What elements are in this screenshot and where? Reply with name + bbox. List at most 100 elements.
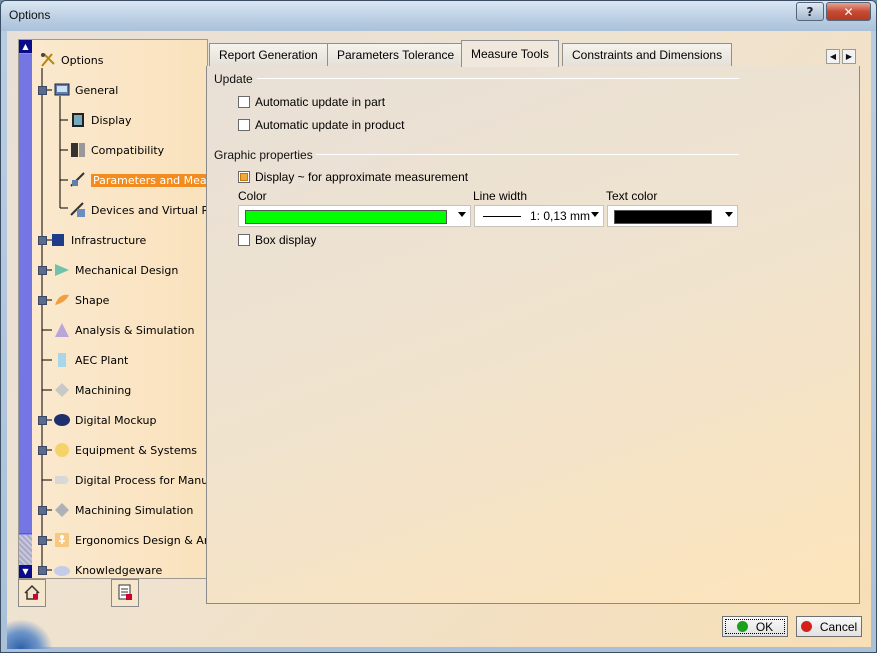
tree-item-label: Knowledgeware (75, 563, 163, 577)
expand-machining-simulation-icon[interactable] (38, 506, 47, 515)
tree-item-display[interactable]: Display (69, 111, 207, 129)
line-width-label: Line width (473, 189, 528, 203)
export-settings-button[interactable] (111, 579, 139, 607)
tree-item-label: Machining Simulation (75, 503, 194, 517)
tab-measure-tools[interactable]: Measure Tools (461, 40, 559, 67)
display-icon (69, 111, 87, 129)
tree-item-label: Mechanical Design (75, 263, 179, 277)
tree-item-machining[interactable]: Machining (53, 381, 207, 399)
compatibility-icon (69, 141, 87, 159)
parameters-icon (69, 171, 87, 189)
tab-scroll-right-icon[interactable]: ▶ (842, 49, 856, 64)
options-icon (39, 51, 57, 69)
scroll-down-icon[interactable]: ▼ (19, 565, 32, 578)
tree-item-machining-simulation[interactable]: Machining Simulation (53, 501, 207, 519)
scroll-up-icon[interactable]: ▲ (19, 40, 32, 53)
cancel-button[interactable]: Cancel (796, 616, 862, 637)
tree-item-digital-mockup[interactable]: Digital Mockup (53, 411, 207, 429)
tree-item-label: AEC Plant (75, 353, 129, 367)
display-approx-label: Display ~ for approximate measurement (255, 170, 469, 184)
title-bar[interactable]: Options ? ✕ (1, 1, 876, 31)
tree-item-label: General (75, 83, 119, 97)
chevron-down-icon (725, 212, 733, 217)
auto-update-product-checkbox[interactable]: Automatic update in product (238, 118, 404, 132)
digital-mockup-icon (53, 411, 71, 429)
tree-item-label: Devices and Virtual Reality (91, 203, 207, 217)
tree-item-label: Parameters and Measure (91, 173, 207, 187)
tab-report-generation[interactable]: Report Generation (209, 43, 328, 66)
close-button[interactable]: ✕ (826, 2, 871, 21)
tree-item-general[interactable]: General (53, 81, 207, 99)
ok-icon (736, 621, 748, 632)
box-display-label: Box display (255, 233, 317, 247)
line-width-preview (483, 216, 521, 217)
tree-item-label: Infrastructure (71, 233, 147, 247)
tab-constraints-and-dimensions[interactable]: Constraints and Dimensions (562, 43, 733, 66)
help-button[interactable]: ? (796, 2, 824, 21)
mechanical-design-icon (53, 261, 71, 279)
tree-item-digital-process-for-manufacturing[interactable]: Digital Process for Manufacturing (53, 471, 207, 489)
tab-bar: Report Generation Parameters Tolerance M… (206, 40, 860, 67)
expand-digital-mockup-icon[interactable] (38, 416, 47, 425)
scrollbar-track[interactable] (19, 535, 32, 565)
tab-scroll-left-icon[interactable]: ◀ (826, 49, 840, 64)
checkbox-box[interactable] (238, 234, 250, 246)
expand-shape-icon[interactable] (38, 296, 47, 305)
tree-item-analysis-and-simulation[interactable]: Analysis & Simulation (53, 321, 207, 339)
auto-update-part-checkbox[interactable]: Automatic update in part (238, 95, 385, 109)
expand-ergonomics-icon[interactable] (38, 536, 47, 545)
tree-item-label: Equipment & Systems (75, 443, 198, 457)
tree-item-label: Shape (75, 293, 110, 307)
reset-options-button[interactable] (18, 579, 46, 607)
machining-icon (53, 381, 71, 399)
tree-item-compatibility[interactable]: Compatibility (69, 141, 207, 159)
analysis-icon (53, 321, 71, 339)
tree-item-label: Machining (75, 383, 132, 397)
window-title: Options (9, 8, 51, 22)
box-display-checkbox[interactable]: Box display (238, 233, 316, 247)
tree-item-label: Digital Process for Manufacturing (75, 473, 207, 487)
chevron-down-icon (591, 212, 599, 217)
devices-icon (69, 201, 87, 219)
graphic-section-divider (316, 154, 739, 155)
tree-item-label: Display (91, 113, 132, 127)
tree-scrollbar[interactable]: ▲ ▼ (19, 40, 32, 578)
tree-item-label: Compatibility (91, 143, 165, 157)
export-settings-icon (115, 582, 135, 605)
digital-process-icon (53, 471, 71, 489)
tree-item-knowledgeware[interactable]: Knowledgeware (53, 561, 207, 579)
checkbox-box[interactable] (238, 171, 250, 183)
tree-item-aec-plant[interactable]: AEC Plant (53, 351, 207, 369)
tree-item-mechanical-design[interactable]: Mechanical Design (53, 261, 207, 279)
line-width-dropdown[interactable]: 1: 0,13 mm (474, 205, 604, 227)
tree-item-ergonomics-design-and-analysis[interactable]: Ergonomics Design & Analysis (53, 531, 207, 549)
infrastructure-icon (49, 231, 67, 249)
expand-general-icon[interactable] (38, 86, 47, 95)
tab-parameters-tolerance[interactable]: Parameters Tolerance (327, 43, 465, 66)
checkbox-box[interactable] (238, 96, 250, 108)
expand-mechanical-design-icon[interactable] (38, 266, 47, 275)
expand-knowledgeware-icon[interactable] (38, 566, 47, 575)
display-approx-checkbox[interactable]: Display ~ for approximate measurement (238, 170, 468, 184)
tree-item-parameters-and-measure[interactable]: Parameters and Measure (69, 171, 207, 189)
tree-item-shape[interactable]: Shape (53, 291, 207, 309)
tree-item-options[interactable]: Options (39, 51, 207, 69)
tree-item-equipment-and-systems[interactable]: Equipment & Systems (53, 441, 207, 459)
corner-decoration (7, 619, 53, 649)
expand-equipment-icon[interactable] (38, 446, 47, 455)
checkbox-box[interactable] (238, 119, 250, 131)
color-dropdown[interactable] (238, 205, 471, 227)
tree-item-infrastructure[interactable]: Infrastructure (49, 231, 207, 249)
text-color-dropdown[interactable] (607, 205, 738, 227)
tree-item-devices-and-virtual-reality[interactable]: Devices and Virtual Reality (69, 201, 207, 219)
general-icon (53, 81, 71, 99)
options-dialog: Options ? ✕ ▲ ▼ Options General Display … (0, 0, 877, 653)
ergonomics-icon (53, 531, 71, 549)
scrollbar-thumb[interactable] (19, 54, 32, 534)
cancel-label: Cancel (819, 619, 858, 634)
expand-infrastructure-icon[interactable] (38, 236, 47, 245)
knowledgeware-icon (53, 561, 71, 579)
aec-plant-icon (53, 351, 71, 369)
ok-button[interactable]: OK (722, 616, 788, 637)
update-section-title: Update (214, 72, 253, 86)
